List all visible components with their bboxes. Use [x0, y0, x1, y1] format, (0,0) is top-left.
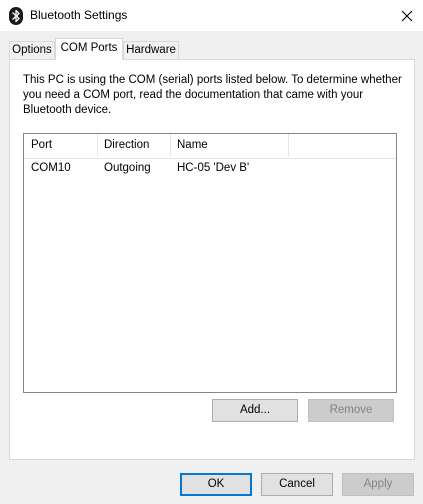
bluetooth-icon [9, 7, 23, 25]
tab-options[interactable]: Options [9, 41, 55, 59]
tab-hardware[interactable]: Hardware [123, 41, 179, 59]
column-header-port[interactable]: Port [31, 139, 52, 151]
list-item[interactable]: COM10 Outgoing HC-05 'Dev B' [24, 160, 396, 180]
remove-button[interactable]: Remove [308, 399, 394, 422]
ok-button[interactable]: OK [180, 473, 252, 496]
direction-cell: Outgoing [104, 162, 151, 174]
column-divider[interactable] [288, 134, 289, 157]
add-button[interactable]: Add... [212, 399, 298, 422]
tab-com-ports[interactable]: COM Ports [55, 38, 123, 60]
list-header: Port Direction Name [24, 134, 396, 159]
bluetooth-settings-window: Bluetooth Settings Options COM Ports Har… [0, 0, 423, 504]
name-cell: HC-05 'Dev B' [177, 162, 250, 174]
close-icon [401, 10, 413, 21]
apply-button[interactable]: Apply [342, 473, 414, 496]
close-button[interactable] [391, 0, 423, 31]
window-title: Bluetooth Settings [30, 8, 128, 22]
column-divider[interactable] [170, 134, 171, 157]
cancel-button[interactable]: Cancel [261, 473, 333, 496]
port-cell: COM10 [31, 162, 71, 174]
com-ports-list[interactable]: Port Direction Name COM10 Outgoing HC-05… [23, 133, 397, 393]
description-text: This PC is using the COM (serial) ports … [23, 74, 402, 116]
title-bar: Bluetooth Settings [0, 0, 423, 31]
com-ports-panel: This PC is using the COM (serial) ports … [9, 59, 415, 460]
column-header-name[interactable]: Name [177, 139, 208, 151]
column-divider[interactable] [97, 134, 98, 157]
column-header-direction[interactable]: Direction [104, 139, 149, 151]
